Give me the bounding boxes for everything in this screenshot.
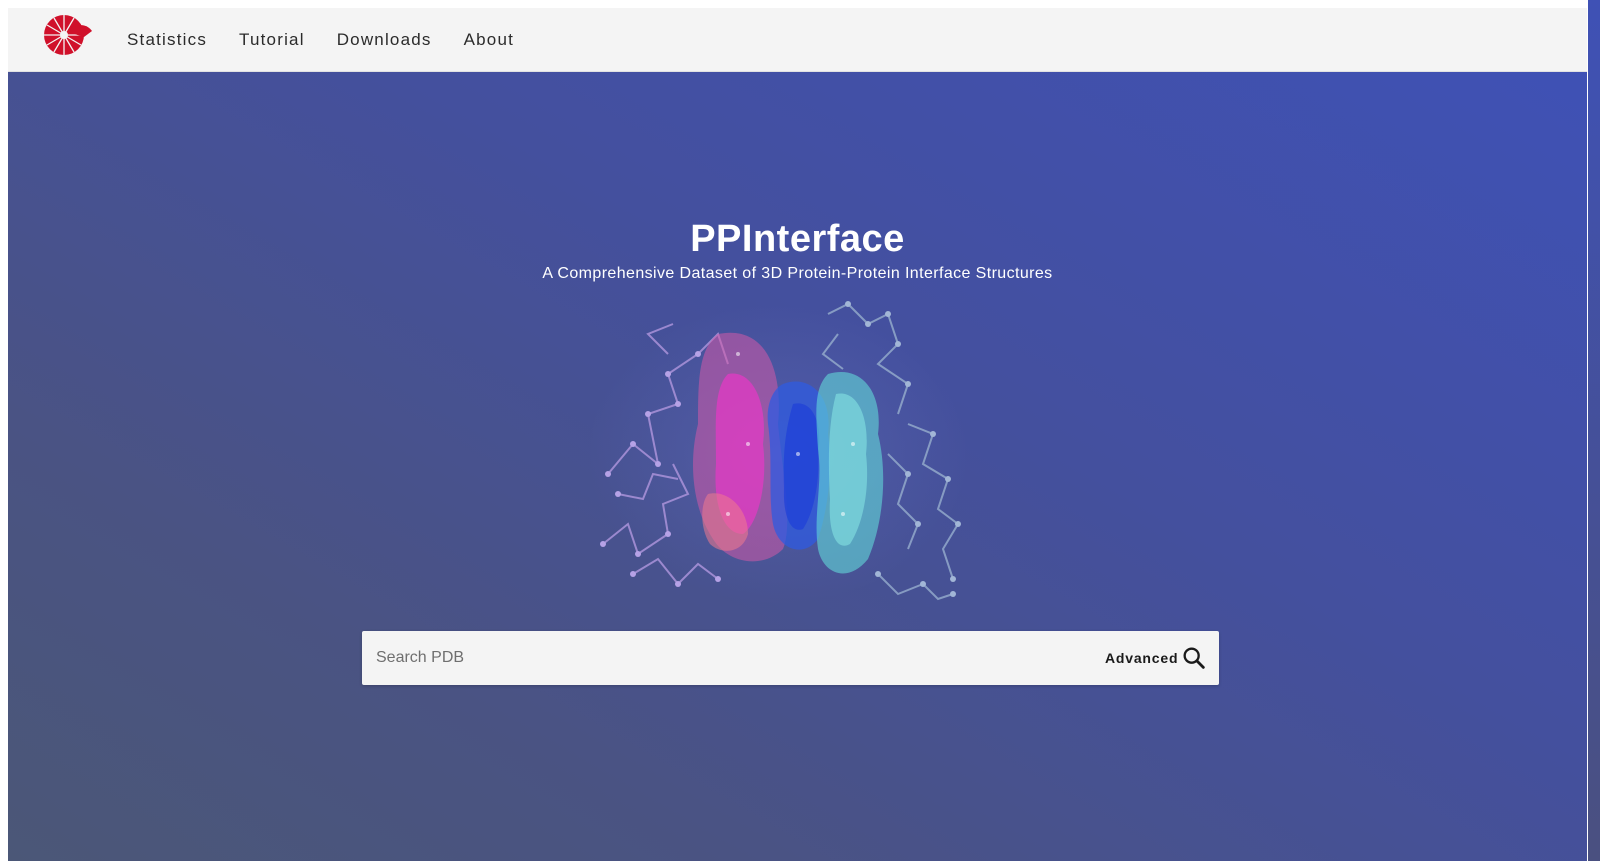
page-title: PPInterface bbox=[690, 218, 905, 260]
nav-links: Statistics Tutorial Downloads About bbox=[121, 8, 540, 72]
red-spiral-logo-icon[interactable] bbox=[40, 12, 92, 56]
advanced-search-button[interactable]: Advanced bbox=[1097, 644, 1186, 672]
page-subtitle: A Comprehensive Dataset of 3D Protein-Pr… bbox=[542, 265, 1053, 282]
nav-item-about[interactable]: About bbox=[458, 22, 520, 58]
scrollbar[interactable] bbox=[1588, 0, 1600, 861]
search-icon[interactable] bbox=[1180, 644, 1208, 672]
search-bar: Advanced bbox=[362, 631, 1219, 685]
hero-section: PPInterface A Comprehensive Dataset of 3… bbox=[8, 72, 1587, 861]
nav-item-tutorial[interactable]: Tutorial bbox=[233, 22, 311, 58]
nav-item-statistics[interactable]: Statistics bbox=[121, 22, 213, 58]
search-input[interactable] bbox=[376, 631, 1076, 685]
nav-item-downloads[interactable]: Downloads bbox=[331, 22, 438, 58]
protein-structure-illustration bbox=[588, 301, 968, 604]
page: Statistics Tutorial Downloads About PPIn… bbox=[8, 8, 1587, 861]
top-navbar: Statistics Tutorial Downloads About bbox=[8, 8, 1587, 72]
